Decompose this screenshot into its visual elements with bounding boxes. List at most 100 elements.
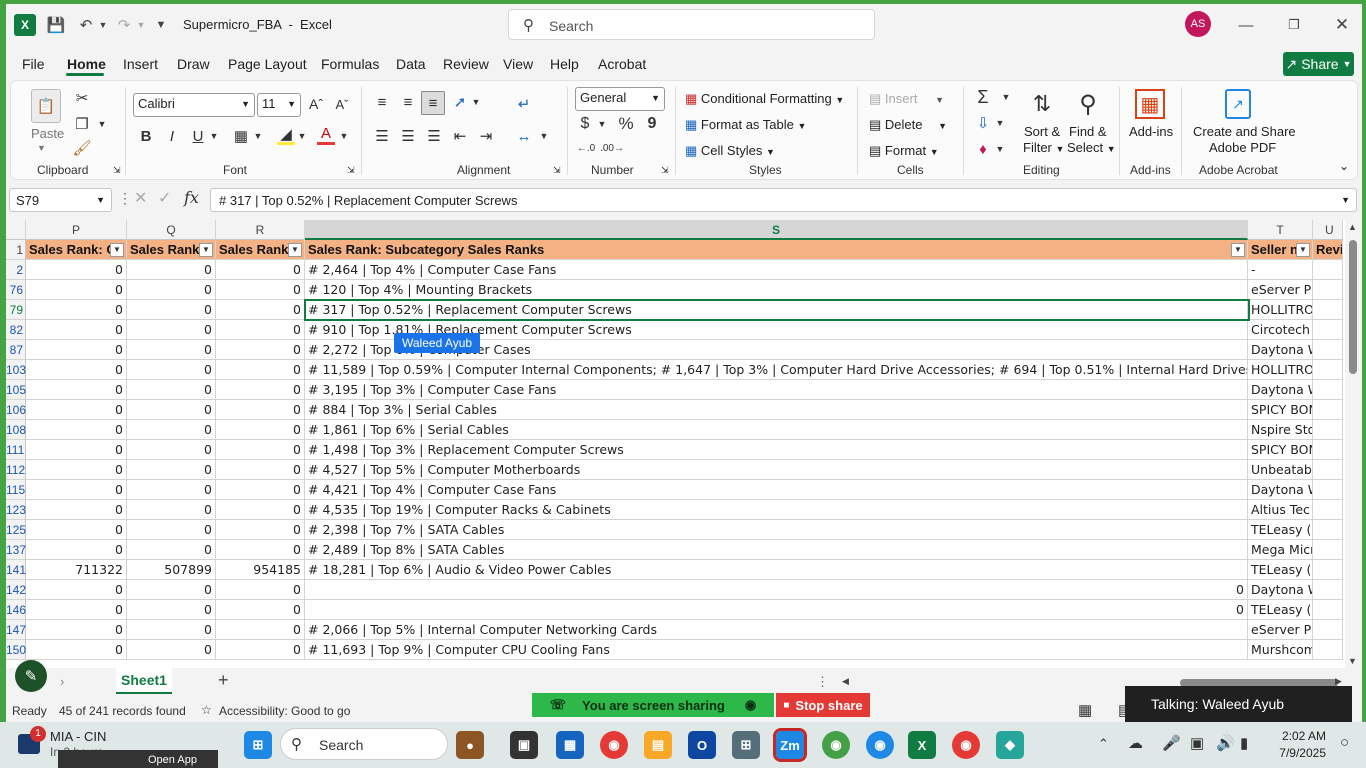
table-cell[interactable]: SPICY BOM — [1248, 400, 1313, 420]
add-sheet-button[interactable]: + — [218, 670, 229, 691]
table-cell[interactable]: 0 — [216, 260, 305, 280]
table-cell[interactable]: # 4,527 | Top 5% | Computer Motherboards — [305, 460, 1248, 480]
save-icon[interactable]: 💾 — [46, 14, 66, 36]
table-cell[interactable]: # 317 | Top 0.52% | Replacement Computer… — [305, 300, 1248, 320]
table-cell[interactable]: # 1,861 | Top 6% | Serial Cables — [305, 420, 1248, 440]
delete-cells-button[interactable]: ▤ Delete ▼ — [869, 117, 947, 133]
column-header-r[interactable]: R — [216, 220, 305, 240]
table-header-cell[interactable]: Sales Rank ▼ — [216, 240, 305, 260]
vertical-scrollbar[interactable]: ▲ ▼ — [1345, 220, 1362, 668]
merge-dropdown-icon[interactable]: ▼ — [539, 127, 549, 145]
align-top-icon[interactable]: ≡ — [373, 93, 391, 111]
table-cell[interactable]: 0 — [26, 460, 127, 480]
table-cell[interactable]: 0 — [127, 420, 216, 440]
table-cell[interactable]: 0 — [127, 620, 216, 640]
table-cell[interactable]: 0 — [26, 360, 127, 380]
tab-file[interactable]: File — [22, 56, 45, 72]
row-header[interactable]: 76 — [6, 280, 26, 300]
table-cell[interactable] — [1313, 260, 1343, 280]
percent-button[interactable]: % — [617, 114, 635, 133]
row-header[interactable]: 147 — [6, 620, 26, 640]
table-cell[interactable]: # 1,498 | Top 3% | Replacement Computer … — [305, 440, 1248, 460]
table-cell[interactable] — [1313, 360, 1343, 380]
table-cell[interactable]: TELeasy (6 — [1248, 600, 1313, 620]
table-cell[interactable]: 0 — [127, 260, 216, 280]
format-cells-button[interactable]: ▤ Format ▼ — [869, 143, 939, 159]
table-cell[interactable]: 0 — [127, 320, 216, 340]
table-cell[interactable]: SPICY BOM — [1248, 440, 1313, 460]
row-header[interactable]: 150 — [6, 640, 26, 660]
table-cell[interactable]: 0 — [127, 640, 216, 660]
table-cell[interactable]: 0 — [26, 300, 127, 320]
stop-share-button[interactable]: ■ Stop share — [776, 693, 870, 717]
table-cell[interactable]: 0 — [216, 320, 305, 340]
format-as-table-button[interactable]: ▦ Format as Table ▼ — [685, 117, 806, 133]
table-cell[interactable]: 0 — [127, 580, 216, 600]
table-cell[interactable]: 0 — [127, 480, 216, 500]
accessibility-icon[interactable]: ☆ — [201, 703, 212, 717]
undo-dropdown-icon[interactable]: ▼ — [98, 14, 108, 36]
table-cell[interactable]: # 2,398 | Top 7% | SATA Cables — [305, 520, 1248, 540]
table-cell[interactable]: 0 — [127, 280, 216, 300]
row-header[interactable]: 82 — [6, 320, 26, 340]
widget-icon[interactable]: ● — [456, 731, 484, 759]
table-cell[interactable] — [1313, 280, 1343, 300]
column-header-s[interactable]: S — [305, 220, 1248, 240]
row-header[interactable]: 146 — [6, 600, 26, 620]
table-header-cell[interactable]: Sales Rank ▼ — [127, 240, 216, 260]
align-bottom-icon[interactable]: ≡ — [421, 91, 445, 115]
excel-taskbar-icon[interactable]: X — [908, 731, 936, 759]
clock-time[interactable]: 2:02 AM — [1276, 729, 1326, 743]
table-cell[interactable]: 0 — [127, 400, 216, 420]
sort-filter-label-2[interactable]: Filter ▼ — [1023, 140, 1064, 155]
table-cell[interactable] — [1313, 440, 1343, 460]
increase-font-icon[interactable]: Aˆ — [307, 95, 325, 113]
wrap-text-icon[interactable]: ↵ — [515, 95, 533, 113]
table-cell[interactable]: eServer Pr — [1248, 620, 1313, 640]
table-cell[interactable] — [1313, 500, 1343, 520]
insert-cells-button[interactable]: ▤ Insert ▼ — [869, 91, 944, 107]
table-cell[interactable] — [1313, 400, 1343, 420]
open-app-popup[interactable]: Open App — [58, 750, 218, 768]
sheet-nav-icon[interactable]: › — [60, 674, 64, 689]
decrease-font-icon[interactable]: Aˇ — [333, 95, 351, 113]
column-header-u[interactable]: U — [1313, 220, 1343, 240]
conditional-formatting-button[interactable]: ▦ Conditional Formatting ▼ — [685, 91, 844, 107]
fill-color-icon[interactable]: ◢ — [277, 125, 295, 145]
row-header[interactable]: 105 — [6, 380, 26, 400]
table-cell[interactable]: Murshcom — [1248, 640, 1313, 660]
cut-icon[interactable]: ✂ — [73, 89, 91, 107]
filter-dropdown-icon[interactable]: ▼ — [1231, 243, 1245, 257]
table-cell[interactable]: HOLLITRON — [1248, 300, 1313, 320]
table-cell[interactable]: # 884 | Top 3% | Serial Cables — [305, 400, 1248, 420]
underline-dropdown-icon[interactable]: ▼ — [209, 127, 219, 145]
table-cell[interactable]: 0 — [127, 540, 216, 560]
table-cell[interactable]: 0 — [305, 580, 1248, 600]
table-cell[interactable]: 0 — [26, 580, 127, 600]
row-header[interactable]: 2 — [6, 260, 26, 280]
table-cell[interactable]: 0 — [26, 340, 127, 360]
decrease-decimal-icon[interactable]: .00→ — [600, 139, 624, 157]
table-cell[interactable]: # 4,535 | Top 19% | Computer Racks & Cab… — [305, 500, 1248, 520]
table-cell[interactable]: 0 — [26, 280, 127, 300]
notifications-icon[interactable]: ○ — [1340, 734, 1349, 751]
table-cell[interactable]: 0 — [305, 600, 1248, 620]
table-cell[interactable]: 0 — [216, 460, 305, 480]
row-header[interactable]: 141 — [6, 560, 26, 580]
clock-date[interactable]: 7/9/2025 — [1272, 746, 1326, 760]
align-right-icon[interactable]: ☰ — [425, 127, 443, 145]
table-cell[interactable]: # 2,066 | Top 5% | Internal Computer Net… — [305, 620, 1248, 640]
currency-dropdown-icon[interactable]: ▼ — [597, 115, 607, 133]
collapse-ribbon-icon[interactable]: ⌄ — [1339, 159, 1349, 173]
filter-dropdown-icon[interactable]: ▼ — [199, 243, 213, 257]
select-all-corner[interactable] — [6, 220, 26, 240]
copy-dropdown-icon[interactable]: ▼ — [97, 115, 107, 133]
display-icon[interactable]: ▣ — [1190, 734, 1204, 752]
row-header[interactable]: 1 — [6, 240, 26, 260]
table-cell[interactable] — [1313, 560, 1343, 580]
volume-icon[interactable]: 🔊 — [1216, 734, 1235, 752]
italic-button[interactable]: I — [163, 127, 181, 145]
bold-button[interactable]: B — [137, 127, 155, 145]
fill-icon[interactable]: ⇩ — [973, 113, 993, 133]
copy-icon[interactable]: ❐ — [73, 115, 91, 133]
